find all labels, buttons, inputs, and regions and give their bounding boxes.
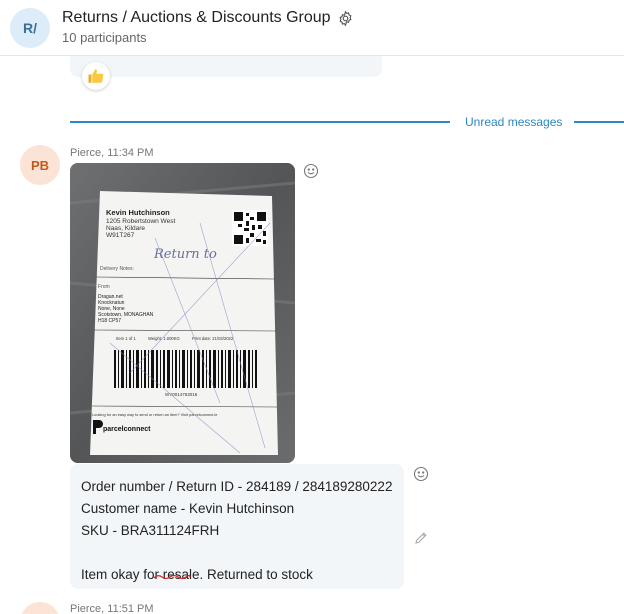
sender-avatar[interactable]: PB: [20, 145, 60, 185]
group-title[interactable]: Returns / Auctions & Discounts Group: [62, 9, 331, 27]
from-line-5: H18 CP57: [98, 318, 121, 324]
recipient-name: Kevin Hutchinson: [106, 208, 170, 217]
previous-message-bubble[interactable]: [70, 56, 382, 77]
status-line: Item okay for resale. Returned to stock: [81, 567, 313, 582]
sku-line: SKU - BRA311124FRH: [81, 523, 220, 538]
chat-header: R/ Returns / Auctions & Discounts Group …: [0, 0, 624, 56]
parcel-label-image: Kevin Hutchinson 1205 Robertstown West N…: [70, 163, 295, 463]
next-sender-avatar[interactable]: [20, 602, 60, 614]
tracking-number: WY0014763016: [165, 392, 198, 397]
title-row: Returns / Auctions & Discounts Group: [62, 9, 354, 27]
edit-pencil-icon[interactable]: [414, 531, 428, 545]
next-message-meta: Pierce, 11:51 PM: [70, 603, 154, 614]
parcel-photo[interactable]: Kevin Hutchinson 1205 Robertstown West N…: [70, 163, 295, 463]
print-date: Print date: 21/03/2022: [192, 336, 234, 341]
recipient-address-line-2: Naas, Kildare: [106, 225, 145, 232]
message-meta: Pierce, 11:34 PM: [70, 147, 154, 159]
thumbs-up-icon: [88, 69, 104, 83]
delivery-notes-label: Delivery Notes:: [100, 266, 134, 272]
thumbs-up-reaction[interactable]: [82, 62, 110, 90]
unread-messages-label: Unread messages: [465, 115, 563, 129]
promo-text: Looking for an easy way to send or retur…: [92, 412, 217, 417]
recipient-address-line-1: 1205 Robertstown West: [106, 218, 175, 225]
add-reaction-icon[interactable]: [413, 466, 429, 482]
group-avatar[interactable]: R/: [10, 8, 50, 48]
participants-count[interactable]: 10 participants: [62, 30, 147, 45]
order-number-line: Order number / Return ID - 284189 / 2841…: [81, 479, 393, 494]
item-count: Item 1 of 1: [116, 336, 136, 341]
add-reaction-icon[interactable]: [303, 163, 319, 179]
message-text-bubble[interactable]: Order number / Return ID - 284189 / 2841…: [70, 464, 404, 589]
from-label: From: [98, 284, 110, 290]
recipient-address-line-3: W91T267: [106, 232, 135, 239]
customer-name-line: Customer name - Kevin Hutchinson: [81, 501, 295, 516]
divider-line-left: [70, 121, 450, 123]
gear-icon[interactable]: [337, 10, 354, 27]
divider-line-right: [574, 121, 624, 123]
spellcheck-underline: [153, 574, 191, 580]
brand-name: parcelconnect: [103, 426, 151, 433]
